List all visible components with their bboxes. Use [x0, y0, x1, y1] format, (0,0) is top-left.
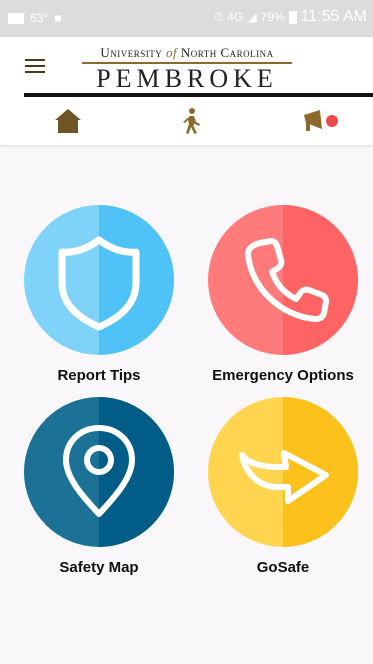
- gosafe-circle: [208, 397, 358, 547]
- logo-text-nc: North Carolina: [180, 45, 274, 60]
- safety-map-label: Safety Map: [59, 559, 139, 576]
- menu-icon[interactable]: [25, 59, 45, 73]
- notification-icon: [8, 12, 24, 24]
- status-right: ⏱ 4G ◢ 79% 11:55 AM: [214, 8, 367, 26]
- emergency-options-label: Emergency Options: [212, 367, 354, 384]
- emergency-options-circle: [208, 205, 358, 355]
- battery-icon: [288, 10, 297, 24]
- clock-time: 11:55 AM: [300, 8, 367, 25]
- nav-walk-button[interactable]: [176, 107, 206, 135]
- app-header: University of North Carolina PEMBROKE: [0, 37, 373, 145]
- logo-line-2: PEMBROKE: [96, 63, 278, 93]
- logo-line-1: University of North Carolina: [72, 45, 302, 61]
- safety-map-circle: [24, 397, 174, 547]
- battery-level: 79%: [260, 10, 285, 24]
- status-left: 63° ■: [8, 11, 61, 25]
- alarm-clock-icon: ⏱: [213, 10, 224, 24]
- walking-person-icon: [183, 108, 200, 134]
- home-icon: [55, 109, 81, 133]
- map-pin-icon: [63, 425, 135, 517]
- signal-icon: ◢: [247, 10, 257, 24]
- status-bar: 63° ■ ⏱ 4G ◢ 79% 11:55 AM: [0, 0, 373, 37]
- university-logo: University of North Carolina PEMBROKE: [72, 45, 302, 92]
- logo-text-university: University: [100, 45, 163, 60]
- notification-flag-icon: ■: [54, 11, 62, 25]
- gosafe-tile[interactable]: GoSafe: [208, 397, 358, 576]
- nav-bar: [0, 101, 373, 141]
- nav-alerts-button[interactable]: [300, 107, 344, 135]
- emergency-options-tile[interactable]: Emergency Options: [208, 205, 358, 384]
- alert-dot-icon: [326, 115, 338, 127]
- temperature: 63°: [30, 11, 49, 25]
- report-tips-circle: [24, 205, 174, 355]
- gosafe-label: GoSafe: [256, 559, 310, 576]
- nav-home-button[interactable]: [53, 107, 83, 135]
- report-tips-tile[interactable]: Report Tips: [24, 205, 174, 384]
- shield-icon: [58, 236, 140, 331]
- arrow-right-icon: [239, 450, 329, 504]
- header-divider: [24, 93, 373, 97]
- report-tips-label: Report Tips: [57, 367, 141, 384]
- network-type: 4G: [227, 10, 244, 24]
- safety-map-tile[interactable]: Safety Map: [24, 397, 174, 576]
- phone-icon: [245, 238, 329, 322]
- logo-text-of: of: [166, 45, 178, 60]
